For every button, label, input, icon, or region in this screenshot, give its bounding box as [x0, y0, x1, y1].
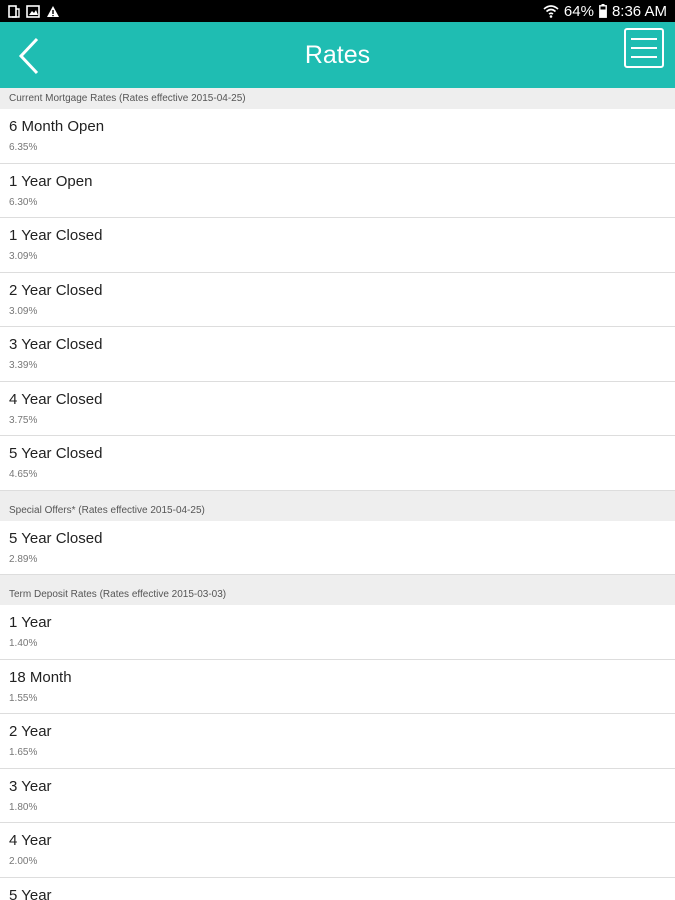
menu-button[interactable]: [624, 28, 664, 68]
rate-value: 1.40%: [9, 638, 38, 649]
chevron-left-icon: [18, 37, 39, 75]
rate-term: 1 Year Closed: [9, 227, 103, 244]
rate-row[interactable]: 5 Year Closed 4.65%: [0, 436, 675, 491]
status-bar: 64% 8:36 AM: [0, 0, 675, 22]
rate-term: 2 Year Closed: [9, 281, 103, 299]
rate-row[interactable]: 3 Year 1.80%: [0, 768, 675, 823]
section-header: Term Deposit Rates (Rates effective 2015…: [0, 584, 675, 605]
rate-value: 3.75%: [9, 414, 38, 426]
rate-term: 1 Year Open: [9, 172, 93, 190]
app-bar: Rates: [0, 22, 675, 88]
hamburger-menu-icon: [631, 38, 657, 40]
status-left: [8, 4, 60, 18]
rate-row[interactable]: 5 Year Closed 2.89%: [0, 520, 675, 575]
rate-value: 3.39%: [9, 360, 38, 371]
rate-term: 4 Year: [9, 832, 52, 849]
rate-term: 3 Year Closed: [9, 336, 103, 353]
wifi-icon: [543, 4, 559, 18]
rate-term: 5 Year Closed: [9, 529, 103, 547]
rate-value: 6.30%: [9, 196, 38, 208]
rate-row[interactable]: 1 Year Closed 3.09%: [0, 218, 675, 273]
rate-value: 1.65%: [9, 747, 38, 758]
rate-value: 1.55%: [9, 692, 38, 704]
warning-icon: [46, 5, 60, 18]
rate-term: 3 Year: [9, 777, 52, 795]
rate-row[interactable]: 3 Year Closed 3.39%: [0, 327, 675, 382]
rate-term: 5 Year: [9, 886, 52, 900]
battery-icon: [599, 4, 607, 18]
rate-row[interactable]: 18 Month 1.55%: [0, 659, 675, 714]
rate-row[interactable]: 2 Year 1.65%: [0, 714, 675, 769]
rate-row[interactable]: 4 Year 2.00%: [0, 823, 675, 878]
status-right: 64% 8:36 AM: [543, 3, 667, 20]
rate-row[interactable]: 2 Year Closed 3.09%: [0, 272, 675, 327]
rate-term: 18 Month: [9, 668, 72, 686]
clock: 8:36 AM: [611, 2, 667, 20]
rate-term: 1 Year: [9, 614, 52, 631]
rate-term: 6 Month Open: [9, 118, 105, 135]
rate-value: 3.09%: [9, 251, 38, 262]
rate-value: 2.00%: [9, 856, 38, 867]
rate-row[interactable]: 6 Month Open 6.35%: [0, 109, 675, 164]
section-spacer: [0, 490, 675, 500]
rate-term: 2 Year: [9, 723, 52, 740]
rate-value: 3.09%: [9, 305, 38, 317]
rate-value: 6.35%: [9, 142, 38, 153]
rate-row[interactable]: 1 Year Open 6.30%: [0, 163, 675, 218]
rate-row[interactable]: 5 Year: [0, 877, 675, 900]
back-button[interactable]: [18, 36, 48, 76]
rate-row[interactable]: 1 Year 1.40%: [0, 605, 675, 660]
rate-term: 4 Year Closed: [9, 390, 103, 408]
page-title: Rates: [304, 40, 371, 69]
rate-value: 1.80%: [9, 801, 38, 813]
rate-term: 5 Year Closed: [9, 445, 103, 462]
battery-percent: 64%: [563, 2, 594, 20]
section-spacer: [0, 575, 675, 584]
section-header: Special Offers* (Rates effective 2015-04…: [0, 499, 675, 521]
image-icon: [26, 4, 40, 18]
section-header: Current Mortgage Rates (Rates effective …: [0, 88, 675, 109]
notification-icon: [8, 4, 20, 18]
rate-row[interactable]: 4 Year Closed 3.75%: [0, 381, 675, 436]
rate-value: 4.65%: [9, 469, 38, 480]
rates-list: Current Mortgage Rates (Rates effective …: [0, 88, 675, 900]
rate-value: 2.89%: [9, 553, 38, 565]
